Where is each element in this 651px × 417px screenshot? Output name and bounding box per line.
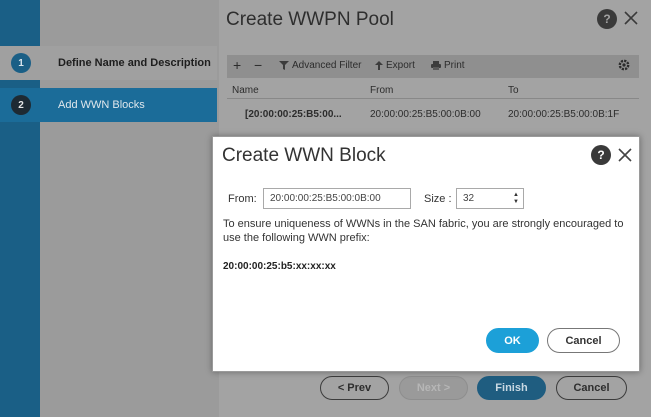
add-icon[interactable]: + <box>233 57 241 73</box>
step-number-badge: 2 <box>11 95 31 115</box>
close-icon[interactable] <box>621 6 641 30</box>
from-input[interactable] <box>263 188 411 209</box>
print-label: Print <box>444 60 465 71</box>
column-header-from[interactable]: From <box>370 85 393 96</box>
export-button[interactable]: Export <box>375 60 415 71</box>
advanced-filter-label: Advanced Filter <box>292 60 362 71</box>
wwn-prefix: 20:00:00:25:b5:xx:xx:xx <box>223 261 336 272</box>
export-icon <box>375 61 383 70</box>
from-label: From: <box>228 193 257 205</box>
table-cell-name[interactable]: [20:00:00:25:B5:00... <box>245 109 342 120</box>
filter-icon <box>279 61 289 70</box>
uniqueness-message: To ensure uniqueness of WWNs in the SAN … <box>223 218 624 244</box>
step-label: Define Name and Description <box>58 57 211 69</box>
create-wwn-block-dialog: Create WWN Block ? From: Size : ▲▼ To en… <box>212 136 640 372</box>
step-define-name[interactable]: 1 Define Name and Description <box>0 46 217 80</box>
step-label: Add WWN Blocks <box>58 99 145 111</box>
column-header-name[interactable]: Name <box>232 85 259 96</box>
cancel-button[interactable]: Cancel <box>547 328 620 353</box>
ok-button[interactable]: OK <box>486 328 539 353</box>
step-number-badge: 1 <box>11 53 31 73</box>
wizard-steps: 1 Define Name and Description 2 Add WWN … <box>0 0 217 417</box>
table-divider <box>227 98 639 99</box>
finish-button[interactable]: Finish <box>477 376 546 400</box>
blocks-toolbar: + − Advanced Filter Export Print <box>227 55 639 78</box>
prev-button[interactable]: < Prev <box>320 376 389 400</box>
column-header-to[interactable]: To <box>508 85 519 96</box>
step-add-wwn-blocks[interactable]: 2 Add WWN Blocks <box>0 88 217 122</box>
export-label: Export <box>386 60 415 71</box>
table-cell-to[interactable]: 20:00:00:25:B5:00:0B:1F <box>508 109 619 120</box>
close-icon[interactable] <box>615 143 635 167</box>
wizard-title: Create WWPN Pool <box>226 9 394 30</box>
print-icon <box>431 61 441 70</box>
advanced-filter-button[interactable]: Advanced Filter <box>279 60 361 71</box>
table-cell-from[interactable]: 20:00:00:25:B5:00:0B:00 <box>370 109 481 120</box>
wizard-cancel-button[interactable]: Cancel <box>556 376 627 400</box>
stepper-arrows-icon[interactable]: ▲ ▼ <box>510 190 522 207</box>
remove-icon[interactable]: − <box>254 57 262 73</box>
print-button[interactable]: Print <box>431 60 465 71</box>
size-label: Size : <box>424 193 452 205</box>
help-icon[interactable]: ? <box>591 145 611 165</box>
gear-icon[interactable] <box>617 58 631 72</box>
next-button[interactable]: Next > <box>399 376 468 400</box>
dialog-title: Create WWN Block <box>222 145 386 166</box>
help-icon[interactable]: ? <box>597 9 617 29</box>
